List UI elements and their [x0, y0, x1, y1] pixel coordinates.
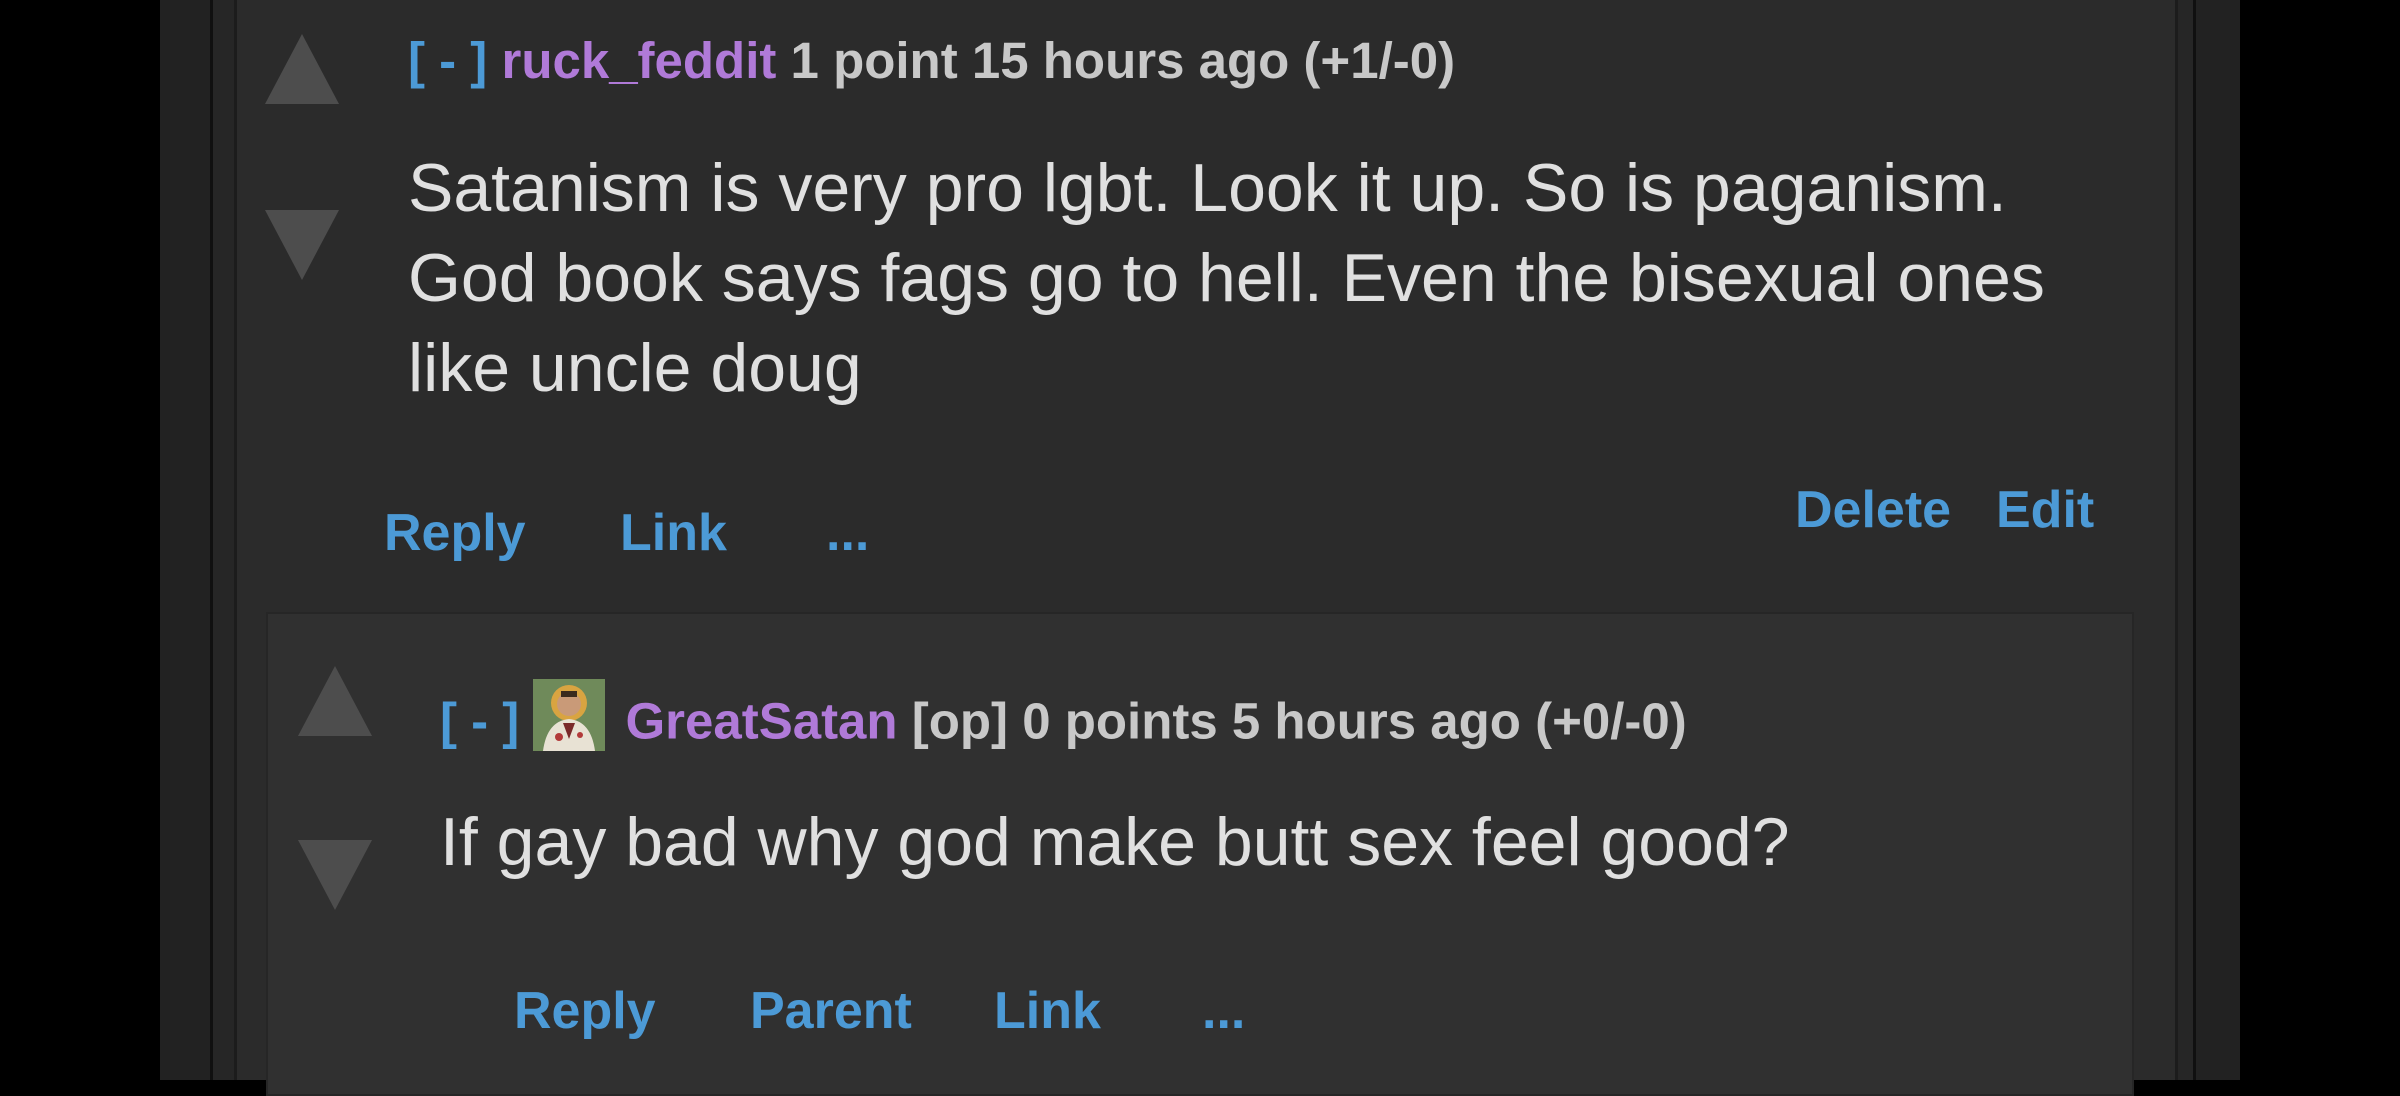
- downvote-arrow-icon[interactable]: [263, 204, 341, 282]
- edit-button[interactable]: Edit: [1996, 484, 2094, 536]
- delete-button[interactable]: Delete: [1795, 484, 1951, 536]
- reply-button[interactable]: Reply: [384, 507, 526, 559]
- reply-score-time: [op] 0 points 5 hours ago (+0/-0): [911, 692, 1687, 750]
- comment-meta: [ - ] ruck_feddit 1 point 15 hours ago (…: [408, 35, 1455, 86]
- parent-button[interactable]: Parent: [750, 985, 912, 1037]
- link-button[interactable]: Link: [994, 985, 1101, 1037]
- reply-button[interactable]: Reply: [514, 985, 656, 1037]
- comment-username[interactable]: ruck_feddit: [501, 32, 776, 89]
- more-options-button[interactable]: ...: [1202, 985, 1245, 1037]
- more-options-button[interactable]: ...: [826, 507, 869, 559]
- collapse-toggle[interactable]: [ - ]: [408, 32, 487, 89]
- reply-username[interactable]: GreatSatan: [625, 692, 897, 749]
- collapse-toggle[interactable]: [ - ]: [440, 692, 519, 749]
- reply-meta: [ - ] GreatSatan [op] 0 points 5 hours a…: [440, 679, 1687, 761]
- upvote-arrow-icon[interactable]: [263, 32, 341, 110]
- comment-body: Satanism is very pro lgbt. Look it up. S…: [408, 150, 2045, 406]
- link-button[interactable]: Link: [620, 507, 727, 559]
- comment-score-time: 1 point 15 hours ago (+1/-0): [790, 32, 1456, 89]
- reply-body: If gay bad why god make butt sex feel go…: [440, 804, 1790, 880]
- avatar-icon[interactable]: [533, 679, 606, 751]
- upvote-arrow-icon[interactable]: [296, 664, 374, 742]
- downvote-arrow-icon[interactable]: [296, 834, 374, 912]
